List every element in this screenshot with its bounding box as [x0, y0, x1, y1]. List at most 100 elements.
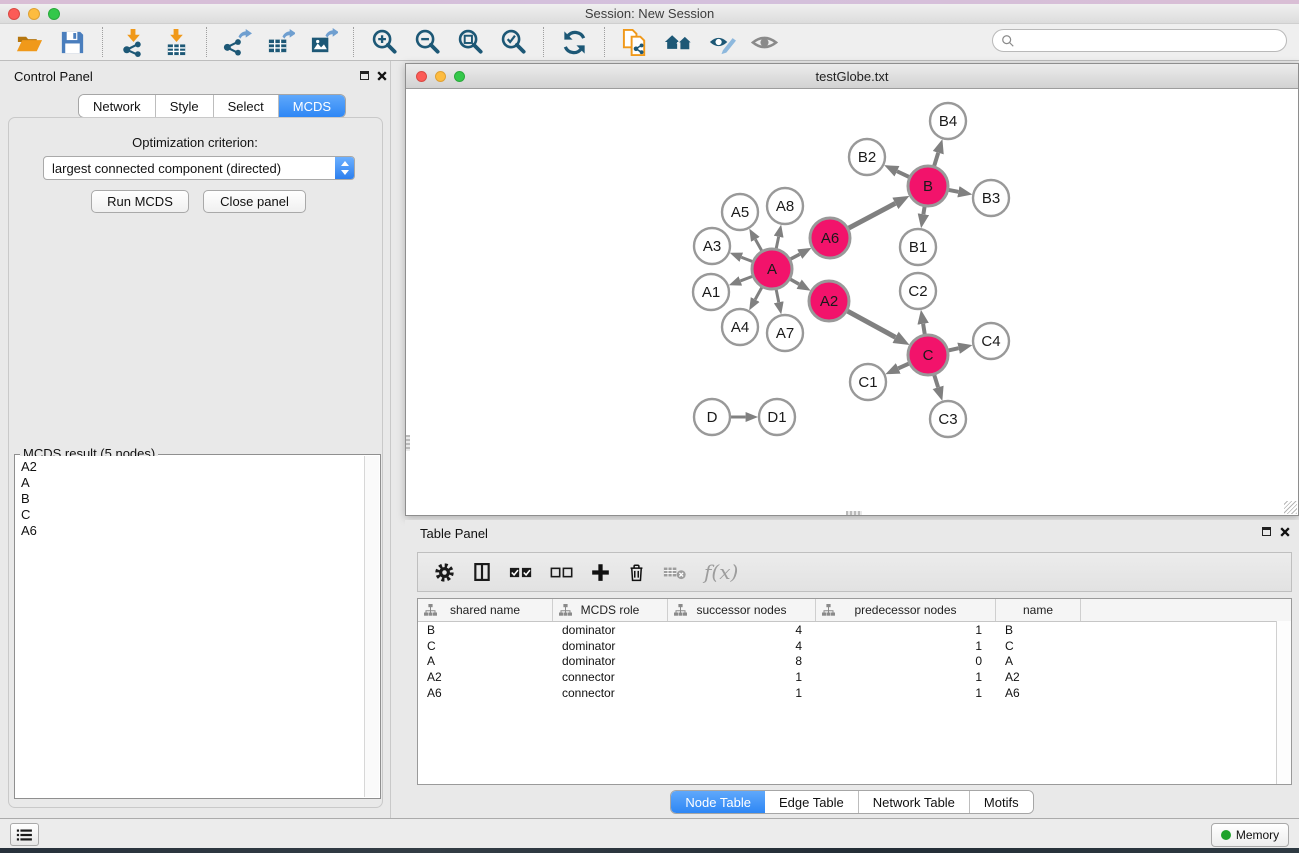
edge-B-B4[interactable]	[934, 153, 938, 166]
table-cell[interactable]: 1	[668, 686, 816, 700]
graph-node-A4[interactable]: A4	[722, 309, 758, 345]
edge-C-C2[interactable]	[923, 324, 925, 334]
edge-A2-C[interactable]	[847, 311, 895, 337]
table-row[interactable]: Bdominator41B	[418, 622, 1291, 638]
task-history-button[interactable]	[10, 823, 39, 846]
deselect-all-rows-icon[interactable]	[550, 565, 574, 580]
tab-node-table[interactable]: Node Table	[671, 791, 765, 813]
table-cell[interactable]: A	[996, 654, 1081, 668]
table-cell[interactable]: 8	[668, 654, 816, 668]
table-cell[interactable]: connector	[553, 686, 668, 700]
edge-C-C1[interactable]	[898, 364, 909, 369]
mcds-result-item[interactable]: B	[21, 491, 365, 507]
zoom-in-icon[interactable]	[368, 26, 401, 58]
edge-B-B1[interactable]	[923, 207, 924, 215]
column-header-name[interactable]: name	[996, 599, 1081, 621]
import-table-icon[interactable]	[160, 26, 193, 58]
edge-A-A3[interactable]	[741, 257, 752, 261]
zoom-out-icon[interactable]	[411, 26, 444, 58]
table-cell[interactable]: 1	[668, 670, 816, 684]
table-cell[interactable]: C	[418, 639, 553, 653]
table-row[interactable]: A2connector11A2	[418, 669, 1291, 685]
table-cell[interactable]: dominator	[553, 654, 668, 668]
splitter-grip-bottom[interactable]	[846, 511, 862, 515]
table-cell[interactable]: connector	[553, 670, 668, 684]
mcds-result-item[interactable]: A6	[21, 523, 365, 539]
table-cell[interactable]: 1	[816, 686, 996, 700]
table-cell[interactable]: 4	[668, 639, 816, 653]
table-cell[interactable]: 1	[816, 639, 996, 653]
settings-gear-icon[interactable]	[434, 562, 455, 583]
edge-A-A1[interactable]	[740, 276, 752, 281]
table-cell[interactable]: A2	[418, 670, 553, 684]
graph-node-A6[interactable]: A6	[810, 218, 850, 258]
edge-A-A8[interactable]	[776, 237, 778, 249]
table-row[interactable]: Cdominator41C	[418, 638, 1291, 654]
export-network-icon[interactable]	[221, 26, 254, 58]
column-visibility-icon[interactable]	[472, 562, 492, 582]
criterion-dropdown[interactable]: largest connected component (directed)	[43, 156, 355, 180]
graph-node-A3[interactable]: A3	[694, 228, 730, 264]
edge-A-A2[interactable]	[790, 279, 799, 284]
memory-button[interactable]: Memory	[1211, 823, 1289, 847]
table-cell[interactable]: A2	[996, 670, 1081, 684]
column-header-MCDS-role[interactable]: MCDS role	[553, 599, 668, 621]
edge-A-A5[interactable]	[755, 239, 761, 250]
graph-node-A[interactable]: A	[752, 249, 792, 289]
graph-node-B[interactable]: B	[908, 166, 948, 206]
result-scrollbar[interactable]	[364, 456, 379, 797]
table-cell[interactable]: A6	[418, 686, 553, 700]
open-icon[interactable]	[13, 26, 46, 58]
splitter-grip-left[interactable]	[406, 435, 410, 451]
table-cell[interactable]: C	[996, 639, 1081, 653]
mcds-result-item[interactable]: C	[21, 507, 365, 523]
graph-node-A7[interactable]: A7	[767, 315, 803, 351]
import-network-icon[interactable]	[117, 26, 150, 58]
graph-node-B2[interactable]: B2	[849, 139, 885, 175]
edge-C-C3[interactable]	[934, 375, 938, 387]
close-panel-icon[interactable]	[377, 71, 387, 81]
edge-B-B2[interactable]	[897, 171, 909, 177]
show-all-icon[interactable]	[748, 26, 781, 58]
table-cell[interactable]: 4	[668, 623, 816, 637]
float-panel-icon[interactable]	[360, 71, 369, 80]
window-resize-grip[interactable]	[1284, 501, 1297, 514]
graph-node-C4[interactable]: C4	[973, 323, 1009, 359]
network-window-titlebar[interactable]: testGlobe.txt	[406, 64, 1298, 89]
column-header-shared-name[interactable]: shared name	[418, 599, 553, 621]
tab-edge-table[interactable]: Edge Table	[765, 791, 859, 813]
search-input[interactable]	[1020, 33, 1286, 49]
table-cell[interactable]: B	[418, 623, 553, 637]
graph-node-C[interactable]: C	[908, 335, 948, 375]
close-panel-button[interactable]: Close panel	[203, 190, 306, 213]
table-cell[interactable]: B	[996, 623, 1081, 637]
graph-node-B3[interactable]: B3	[973, 180, 1009, 216]
table-cell[interactable]: 1	[816, 623, 996, 637]
export-table-icon[interactable]	[264, 26, 297, 58]
column-header-successor-nodes[interactable]: successor nodes	[668, 599, 816, 621]
save-icon[interactable]	[56, 26, 89, 58]
table-cell[interactable]: dominator	[553, 623, 668, 637]
table-cell[interactable]: 0	[816, 654, 996, 668]
graph-node-C3[interactable]: C3	[930, 401, 966, 437]
select-all-rows-icon[interactable]	[509, 565, 533, 580]
first-neighbors-icon[interactable]	[662, 26, 695, 58]
tab-select[interactable]: Select	[214, 95, 279, 117]
network-canvas[interactable]: B4B2BB3A8A5A6A3B1AA1C2A2A4A7C4CC1C3DD1	[407, 89, 1297, 515]
graph-node-D[interactable]: D	[694, 399, 730, 435]
table-scrollbar[interactable]	[1276, 621, 1291, 784]
tab-motifs[interactable]: Motifs	[970, 791, 1033, 813]
graph-node-A2[interactable]: A2	[809, 281, 849, 321]
graph-node-C1[interactable]: C1	[850, 364, 886, 400]
mcds-result-item[interactable]: A2	[21, 459, 365, 475]
tab-mcds[interactable]: MCDS	[279, 95, 345, 117]
edge-C-C4[interactable]	[948, 348, 958, 350]
export-image-icon[interactable]	[307, 26, 340, 58]
tab-network[interactable]: Network	[79, 95, 156, 117]
close-table-panel-icon[interactable]	[1280, 527, 1290, 537]
float-table-panel-icon[interactable]	[1262, 527, 1271, 536]
tab-style[interactable]: Style	[156, 95, 214, 117]
edge-A-A6[interactable]	[791, 254, 800, 259]
tab-network-table[interactable]: Network Table	[859, 791, 970, 813]
table-cell[interactable]: 1	[816, 670, 996, 684]
